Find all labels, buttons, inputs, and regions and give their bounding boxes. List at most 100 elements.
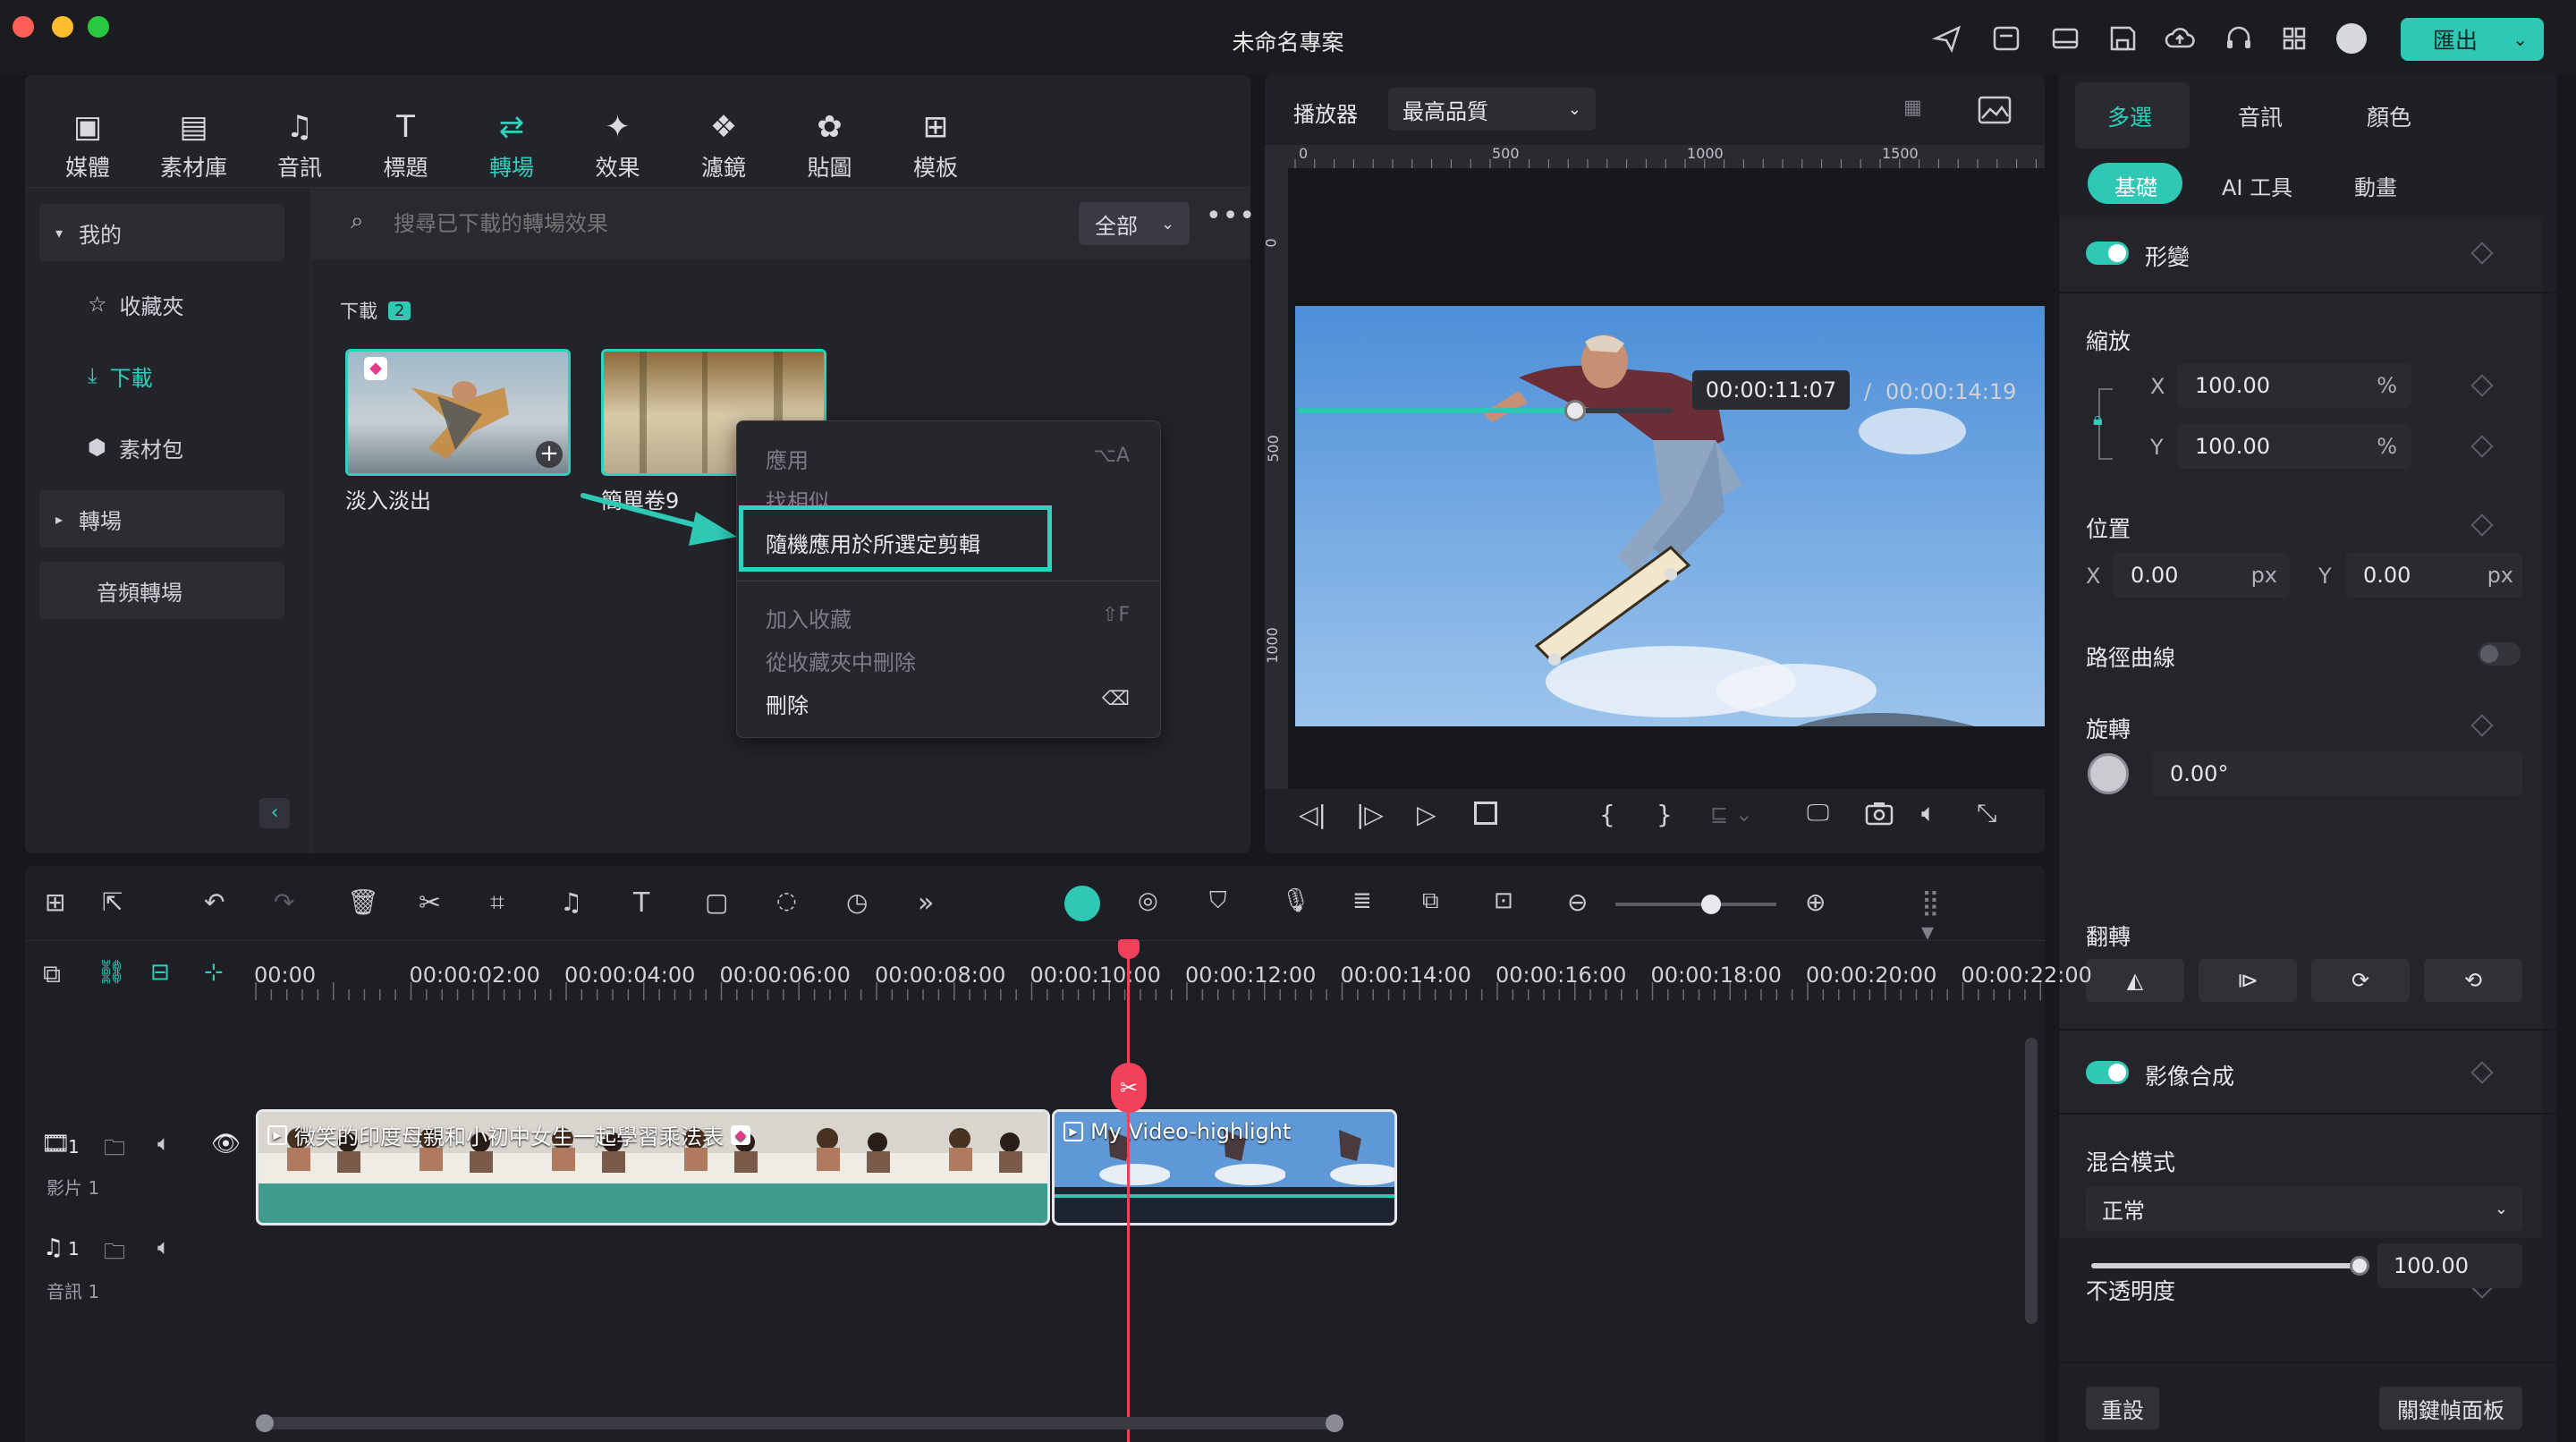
sidebar-item-downloads[interactable]: ⤓ 下載 xyxy=(39,347,284,404)
flip-horizontal-button[interactable]: ◭ xyxy=(2086,959,2184,1002)
vertical-scrollbar[interactable] xyxy=(2025,1038,2038,1324)
apps-grid-icon[interactable] xyxy=(2279,23,2309,54)
crop-icon[interactable]: ⌗ xyxy=(490,887,524,921)
tab-media[interactable]: ▣ 媒體 xyxy=(43,107,132,182)
quality-dropdown[interactable]: 最高品質 ⌄ xyxy=(1388,88,1596,131)
select-arrow-icon[interactable]: ⇱ xyxy=(102,887,136,921)
menu-item-remove-favorite[interactable]: 從收藏夾中刪除 xyxy=(766,645,916,676)
horizontal-scrollbar[interactable] xyxy=(256,1414,1343,1432)
tab-sticker[interactable]: ✿ 貼圖 xyxy=(785,107,875,182)
zoom-in-icon[interactable]: ⊕ xyxy=(1805,887,1839,921)
folder-icon[interactable]: 🗀 xyxy=(104,1132,125,1169)
menu-item-apply[interactable]: 應用 xyxy=(766,443,809,474)
play-icon[interactable]: ▷ xyxy=(1417,800,1436,829)
speed-icon[interactable]: ◷ xyxy=(846,887,880,921)
rotate-dial[interactable] xyxy=(2088,753,2129,794)
subtab-animation[interactable]: 動畫 xyxy=(2354,170,2397,201)
reset-button[interactable]: 重設 xyxy=(2086,1387,2159,1429)
opacity-slider-knob[interactable] xyxy=(2350,1256,2369,1276)
display-icon[interactable]: 🖵 xyxy=(1807,800,1829,827)
playback-progress-track[interactable] xyxy=(1297,400,1673,421)
tab-audio[interactable]: 音訊 xyxy=(2238,100,2283,132)
text-tool-icon[interactable]: T xyxy=(633,887,667,921)
link-icon[interactable]: ⛓ xyxy=(97,959,126,986)
export-button[interactable]: 匯出 ⌄ xyxy=(2401,18,2544,61)
rotate-input[interactable]: 0.00° xyxy=(2152,751,2522,796)
folder-icon[interactable]: 🗀 xyxy=(104,1236,125,1273)
keyframe-panel-button[interactable]: 關鍵幀面板 xyxy=(2379,1387,2522,1429)
rotate-cw-button[interactable]: ⟳ xyxy=(2311,959,2410,1002)
flip-vertical-button[interactable]: ⧐ xyxy=(2199,959,2297,1002)
filter-dropdown[interactable]: 全部 ⌄ xyxy=(1079,202,1190,245)
mark-out-icon[interactable]: } xyxy=(1657,800,1673,829)
more-options-icon[interactable]: ••• xyxy=(1206,200,1256,232)
playback-scrubber[interactable] xyxy=(1563,400,1586,421)
sidebar-item-transitions[interactable]: ▸ 轉場 xyxy=(39,490,284,547)
tab-stock[interactable]: ▤ 素材庫 xyxy=(149,107,239,182)
add-icon[interactable]: + xyxy=(536,441,563,468)
insert-icon[interactable]: ⊑ ⌄ xyxy=(1710,802,1753,827)
blend-mode-dropdown[interactable]: 正常 ⌄ xyxy=(2086,1186,2522,1231)
snap-icon[interactable]: ⊟ xyxy=(150,959,170,986)
tab-music-note[interactable]: ♫ 音訊 xyxy=(255,107,344,182)
auto-highlight-icon[interactable]: ◎ xyxy=(1138,887,1172,921)
tab-effects-star[interactable]: ✦ 效果 xyxy=(573,107,663,182)
path-curve-toggle[interactable] xyxy=(2478,642,2521,666)
opacity-input[interactable]: 100.00 xyxy=(2377,1243,2522,1288)
stabilize-icon[interactable]: ◌ xyxy=(776,887,810,921)
tab-title-t[interactable]: T 標題 xyxy=(361,107,451,182)
audio-edit-icon[interactable]: ♫ xyxy=(560,887,594,921)
shield-marker-icon[interactable]: ⛉ xyxy=(1209,887,1243,921)
video-clip[interactable]: ▶ 微笑的印度母親和小初中女生一起學習乘法表 ◆ xyxy=(256,1109,1050,1226)
tab-transition[interactable]: ⇄ 轉場 xyxy=(467,107,556,182)
subtab-basic[interactable]: 基礎 xyxy=(2114,170,2157,201)
image-icon[interactable] xyxy=(1977,95,2012,125)
layout-icon[interactable] xyxy=(2050,23,2080,54)
menu-item-delete[interactable]: 刪除 xyxy=(766,688,809,719)
menu-item-add-favorite[interactable]: 加入收藏 xyxy=(766,602,852,633)
marker-icon[interactable]: ⊹ xyxy=(204,959,224,986)
headset-icon[interactable] xyxy=(2224,23,2254,54)
mark-in-icon[interactable]: { xyxy=(1599,800,1615,829)
microphone-icon[interactable]: 🎙︎ xyxy=(1281,887,1315,921)
add-track-icon[interactable]: ⧉ xyxy=(43,959,61,989)
zoom-slider-knob[interactable] xyxy=(1701,895,1721,914)
fullscreen-icon[interactable]: ⤡ xyxy=(1977,798,1996,828)
step-forward-icon[interactable]: |▷ xyxy=(1356,800,1384,829)
audio-track-icon[interactable]: ≣ xyxy=(1352,887,1386,921)
sidebar-item-favorites[interactable]: ☆ 收藏夾 xyxy=(39,276,284,333)
playhead[interactable] xyxy=(1127,939,1130,1442)
volume-icon[interactable]: 🔈︎ xyxy=(1921,798,1936,828)
preview-toggle-icon[interactable]: ⧉ xyxy=(1422,887,1456,921)
scissors-icon[interactable]: ✂ xyxy=(419,887,453,921)
view-options-icon[interactable]: ⣿ ▾ xyxy=(1921,887,1955,946)
tab-template[interactable]: ⊞ 模板 xyxy=(891,107,980,182)
ai-copilot-icon[interactable] xyxy=(1064,886,1100,921)
tab-color[interactable]: 顏色 xyxy=(2367,100,2411,132)
search-input[interactable] xyxy=(394,204,841,243)
rotate-ccw-button[interactable]: ⟲ xyxy=(2424,959,2522,1002)
more-tools-icon[interactable]: » xyxy=(918,887,952,921)
cloud-upload-icon[interactable] xyxy=(2165,23,2195,54)
sidebar-item-audio-transitions[interactable]: 音頻轉場 xyxy=(39,562,284,619)
mask-icon[interactable]: ▢ xyxy=(705,887,739,921)
position-x-input[interactable]: 0.00 px xyxy=(2113,553,2290,598)
transform-toggle[interactable] xyxy=(2086,242,2129,265)
zoom-slider[interactable] xyxy=(1615,895,1776,914)
split-scissors-icon[interactable]: ✂ xyxy=(1111,1063,1147,1113)
sidebar-item-mine[interactable]: ▾ 我的 xyxy=(39,204,284,261)
volume-icon[interactable]: 🔈︎ xyxy=(157,1131,170,1156)
send-icon[interactable] xyxy=(1932,23,1962,54)
fit-icon[interactable]: ⊡ xyxy=(1494,887,1528,921)
avatar[interactable] xyxy=(2336,23,2367,54)
redo-icon[interactable]: ↷ xyxy=(274,887,308,921)
save-icon[interactable] xyxy=(2107,23,2138,54)
tab-filter[interactable]: ❖ 濾鏡 xyxy=(679,107,768,182)
menu-item-random-apply[interactable]: 隨機應用於所選定剪輯 xyxy=(766,527,980,558)
sidebar-item-packs[interactable]: ⬢ 素材包 xyxy=(39,419,284,476)
undo-icon[interactable]: ↶ xyxy=(204,887,238,921)
snapshot-camera-icon[interactable] xyxy=(1864,800,1894,827)
zoom-out-icon[interactable]: ⊖ xyxy=(1567,887,1601,921)
grid-view-icon[interactable]: ▦ xyxy=(1903,97,1941,125)
volume-icon[interactable]: 🔈︎ xyxy=(157,1234,170,1260)
